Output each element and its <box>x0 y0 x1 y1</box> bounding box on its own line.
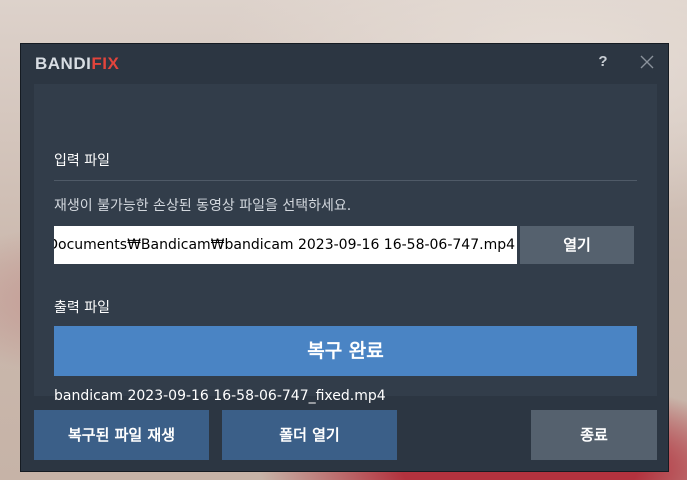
play-repaired-file-button[interactable]: 복구된 파일 재생 <box>34 410 209 460</box>
output-filename: bandicam 2023-09-16 16-58-06-747_fixed.m… <box>54 388 386 404</box>
open-folder-button[interactable]: 폴더 열기 <box>222 410 397 460</box>
input-file-path-field[interactable]: ₩Documents₩Bandicam₩bandicam 2023-09-16 … <box>54 226 517 264</box>
input-section-title: 입력 파일 <box>54 153 110 169</box>
close-button[interactable] <box>635 50 659 74</box>
close-icon <box>640 55 654 69</box>
main-panel: 입력 파일 재생이 불가능한 손상된 동영상 파일을 선택하세요. ₩Docum… <box>34 84 657 404</box>
output-section-title: 출력 파일 <box>54 300 110 316</box>
logo-text-bandi: BANDI <box>35 54 92 73</box>
bandifix-logo: BANDIFIX <box>35 54 119 74</box>
bandifix-window: BANDIFIX ? 입력 파일 재생이 불가능한 손상된 동영상 파일을 선택… <box>20 43 669 472</box>
section-divider <box>54 180 637 181</box>
help-button[interactable]: ? <box>591 50 615 74</box>
title-bar[interactable]: BANDIFIX ? <box>21 44 668 84</box>
exit-button[interactable]: 종료 <box>531 410 657 460</box>
repair-status-bar: 복구 완료 <box>54 326 637 376</box>
instruction-text: 재생이 불가능한 손상된 동영상 파일을 선택하세요. <box>54 198 352 214</box>
logo-text-fix: FIX <box>91 54 120 73</box>
open-file-button[interactable]: 열기 <box>520 226 634 264</box>
input-file-path-text: ₩Documents₩Bandicam₩bandicam 2023-09-16 … <box>54 237 515 253</box>
